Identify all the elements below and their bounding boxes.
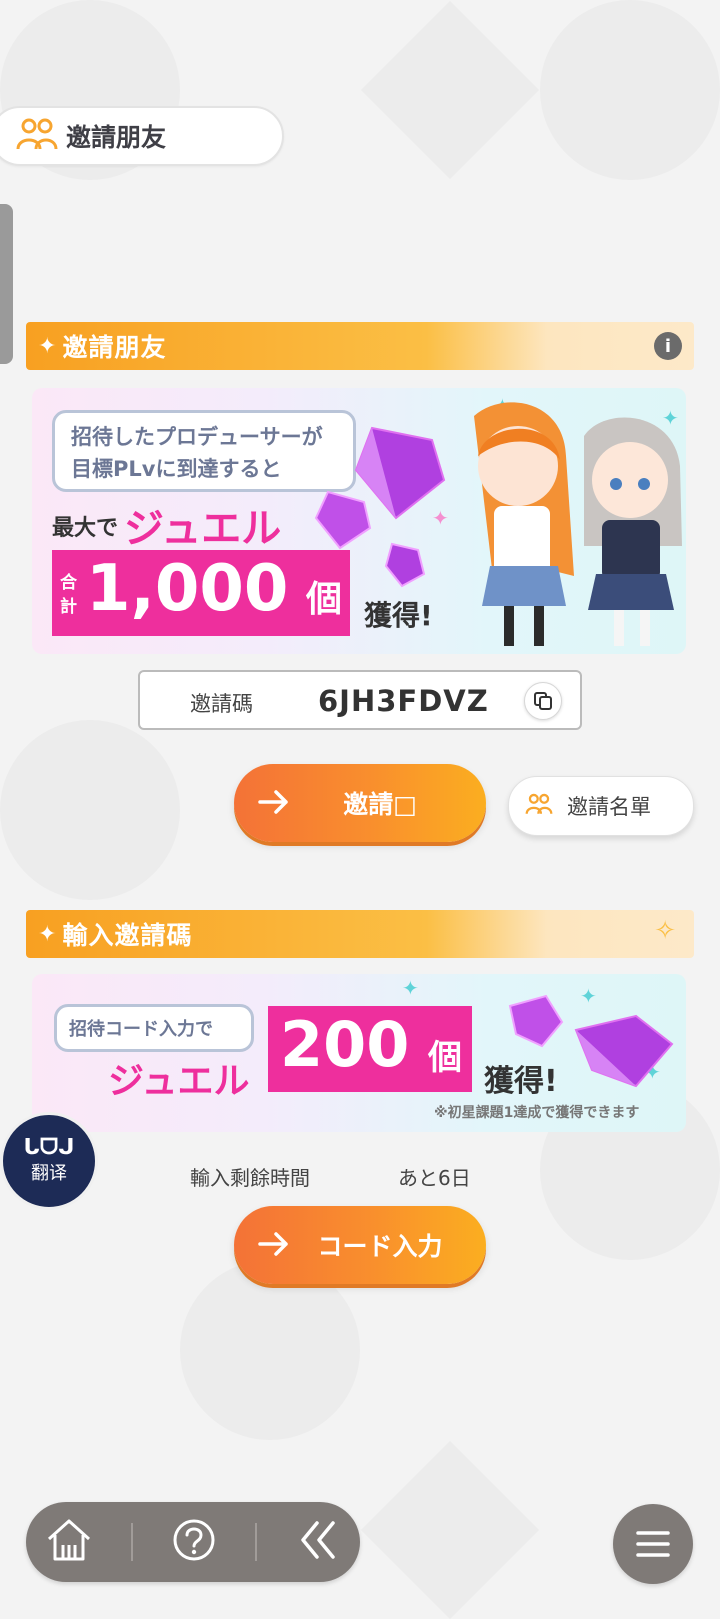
invite-section-header: ✦ 邀請朋友 i (26, 322, 694, 370)
nav-divider (131, 1523, 133, 1561)
invite-section-title: 邀請朋友 (62, 333, 167, 362)
reward-amount: 200 (280, 1008, 410, 1081)
page-title: 邀請朋友 (66, 123, 167, 152)
invite-list-button[interactable]: 邀請名單 (508, 776, 694, 836)
translate-button[interactable]: ᒐᗜᒍ 翻译 (0, 1112, 98, 1210)
home-icon[interactable] (45, 1517, 93, 1567)
menu-icon (636, 1531, 670, 1557)
menu-button[interactable] (613, 1504, 693, 1584)
info-icon[interactable]: i (654, 332, 682, 360)
bubble-line: 招待したプロデューサーが (71, 425, 323, 449)
reward-amount-box: 200 個 (268, 1006, 472, 1092)
remaining-time-value: あと6日 (398, 1166, 471, 1190)
bubble-line: 目標PLvに到達すると (71, 457, 282, 481)
code-input-button-label: コード入力 (317, 1232, 443, 1261)
side-drawer-handle[interactable] (0, 204, 13, 364)
bottom-navigation (26, 1502, 360, 1582)
nav-divider (255, 1523, 257, 1561)
reward-prefix: 最大で (52, 516, 119, 541)
speech-bubble: 招待したプロデューサーが 目標PLvに到達すると (52, 410, 356, 492)
reward-note: ※初星課題1達成で獲得できます (434, 1105, 640, 1121)
sparkle-icon: ✦ (402, 976, 419, 1000)
bubble-text: 招待コード入力で (69, 1019, 213, 1040)
speech-bubble: 招待コード入力で (54, 1004, 254, 1052)
sparkle-icon: ✦ (38, 333, 57, 359)
remaining-time-label: 輸入剩餘時間 (190, 1166, 310, 1190)
sparkle-icon: ✦ (38, 921, 57, 947)
background-decoration (180, 1260, 360, 1440)
invite-code-box: 邀請碼 6JH3FDVZ (138, 670, 582, 730)
background-decoration (360, 0, 540, 180)
invite-code-value: 6JH3FDVZ (318, 684, 489, 718)
input-code-section-header: ✦ 輸入邀請碼 ✧ (26, 910, 694, 958)
sparkle-icon: ✧ (654, 916, 676, 946)
background-decoration (360, 1440, 540, 1619)
reward-name: ジュエル (124, 506, 282, 552)
invite-list-label: 邀請名單 (567, 795, 651, 819)
jewel-icon (314, 426, 446, 588)
total-label: 計 (60, 597, 77, 617)
reward-suffix: 獲得! (364, 599, 433, 632)
characters-illustration (474, 402, 682, 646)
translate-logo: ᒐᗜᒍ (23, 1135, 75, 1160)
copy-icon (534, 692, 552, 710)
total-label: 合 (60, 573, 77, 593)
reward-unit: 個 (428, 1038, 462, 1078)
people-icon (16, 117, 58, 155)
code-input-button[interactable]: コード入力 (234, 1206, 486, 1284)
input-code-reward-banner: ✦ ✦ ✦ 招待コード入力で ジュエル 200 個 獲得! ※初星課題1達成で獲… (32, 974, 686, 1132)
invite-code-label: 邀請碼 (190, 692, 253, 716)
back-icon[interactable] (295, 1517, 341, 1567)
reward-total-box: 合 計 1,000 個 (52, 550, 350, 636)
input-code-section-title: 輸入邀請碼 (62, 921, 193, 950)
background-decoration (540, 0, 720, 180)
jewel-icon (508, 994, 674, 1088)
invite-button[interactable]: 邀請□ (234, 764, 486, 842)
translate-label: 翻译 (31, 1163, 67, 1184)
copy-button[interactable] (524, 682, 562, 720)
invite-button-label: 邀請□ (343, 790, 417, 819)
reward-amount: 1,000 (86, 552, 289, 626)
people-icon (525, 793, 553, 819)
header-title-pill: 邀請朋友 (0, 106, 284, 166)
reward-name: ジュエル (108, 1061, 250, 1102)
help-icon[interactable] (171, 1517, 217, 1567)
background-decoration (0, 720, 180, 900)
invite-reward-banner: ✦ ✦ ✦ 招待したプロデューサーが 目標PLvに到達すると 最大で ジュエル … (32, 388, 686, 654)
